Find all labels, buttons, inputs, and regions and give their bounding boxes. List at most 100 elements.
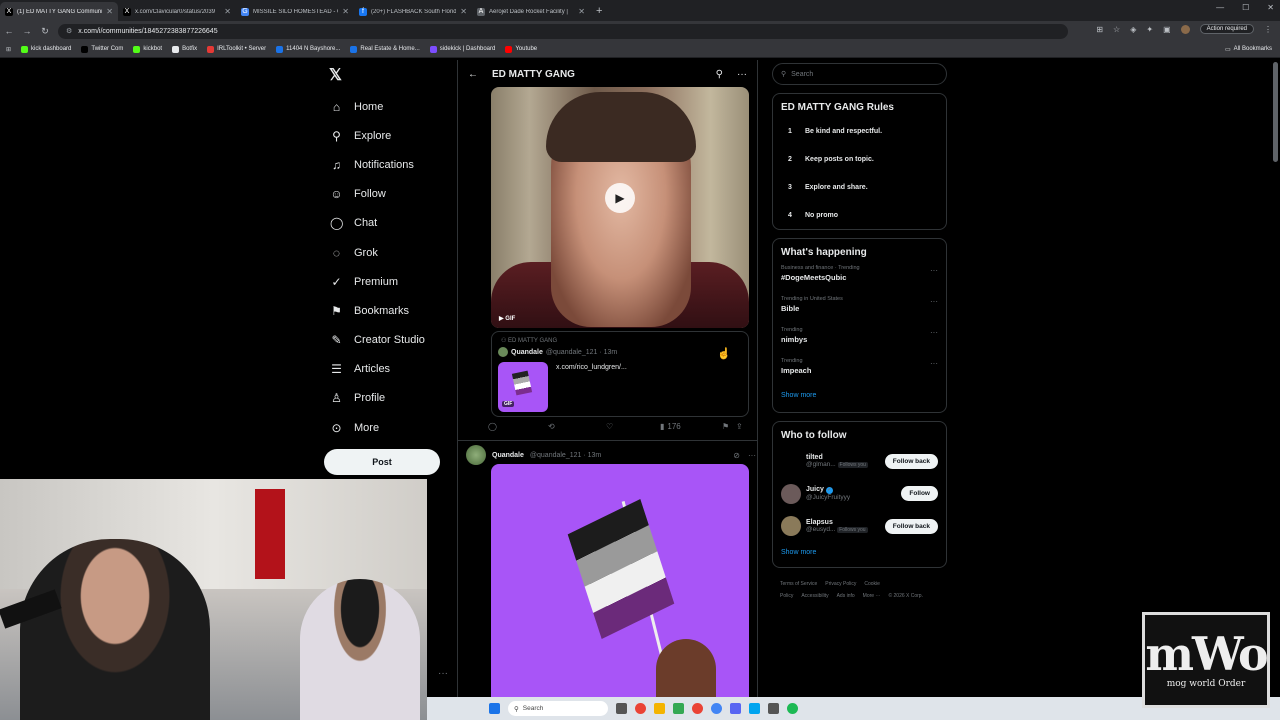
minimize-icon[interactable]: —	[1216, 3, 1224, 12]
quote-thumbnail[interactable]: GIF	[498, 362, 548, 412]
trend-item[interactable]: Business and finance · Trending #DogeMeet…	[773, 262, 946, 293]
footer-link[interactable]: More ···	[863, 593, 881, 599]
nav-item-chat[interactable]: ◯ Chat	[330, 209, 425, 238]
grok-icon[interactable]: ⊘	[733, 451, 740, 460]
taskview-icon[interactable]	[616, 703, 627, 714]
avatar[interactable]	[1180, 24, 1190, 34]
more-options-icon[interactable]: ···	[930, 359, 938, 368]
avatar[interactable]	[781, 451, 801, 472]
nav-item-premium[interactable]: ✓ Premium	[330, 267, 425, 296]
bookmark-item[interactable]: Youtube	[505, 45, 537, 53]
discord-icon[interactable]	[730, 703, 741, 714]
all-bookmarks[interactable]: ▭ All Bookmarks	[1225, 46, 1272, 53]
share-icon[interactable]: ⇪	[736, 422, 743, 431]
avatar[interactable]	[781, 516, 801, 537]
more-options-icon[interactable]: ···	[930, 266, 938, 275]
taskbar-search[interactable]: ⚲ Search	[508, 701, 608, 716]
search-input[interactable]: ⚲ Search	[772, 63, 947, 85]
play-icon[interactable]: ▶	[605, 183, 635, 213]
url-field[interactable]: ⚙ x.com/i/communities/184527238387722664…	[58, 23, 1068, 39]
trend-item[interactable]: Trending Impeach ···	[773, 355, 946, 386]
chrome-icon[interactable]	[711, 703, 722, 714]
sidepanel-icon[interactable]: ▣	[1163, 25, 1171, 34]
install-icon[interactable]: ⊞	[1096, 25, 1103, 34]
browser-tab[interactable]: G MISSILE SILO HOMESTEAD - G ✕	[236, 2, 354, 21]
close-tab-icon[interactable]: ✕	[224, 7, 231, 16]
bookmark-item[interactable]: kickbot	[133, 45, 162, 53]
back-icon[interactable]: ←	[0, 26, 18, 36]
bookmark-item[interactable]: Real Estate & Home...	[350, 45, 420, 53]
browser-tab[interactable]: X (1) ED MATTY GANG Communi ✕	[0, 2, 118, 21]
avatar[interactable]	[466, 445, 486, 465]
post-button[interactable]: Post	[324, 449, 440, 475]
follow-suggestion[interactable]: tilted @glman... Follows you Follow back	[773, 445, 946, 478]
close-tab-icon[interactable]: ✕	[106, 7, 113, 16]
footer-link[interactable]: © 2026 X Corp.	[888, 593, 923, 599]
follow-button[interactable]: Follow	[901, 486, 938, 502]
follow-suggestion[interactable]: Juicy ✓ @JuicyFruityyy Follow	[773, 478, 946, 511]
scrollbar[interactable]	[1273, 62, 1278, 162]
chrome-icon[interactable]	[635, 703, 646, 714]
window-controls[interactable]: — ☐ ✕	[1216, 3, 1274, 12]
star-icon[interactable]: ☆	[1113, 25, 1120, 34]
footer-link[interactable]: Accessibility	[801, 593, 828, 599]
app-icon[interactable]	[768, 703, 779, 714]
maximize-icon[interactable]: ☐	[1242, 3, 1249, 12]
nav-item-articles[interactable]: ☰ Articles	[330, 355, 425, 384]
video-gif-media[interactable]: ▶ ▶ GIF	[491, 87, 749, 328]
chrome-icon[interactable]	[692, 703, 703, 714]
trend-item[interactable]: Trending nimbys ···	[773, 324, 946, 355]
menu-icon[interactable]: ⋮	[1264, 25, 1272, 34]
more-options-icon[interactable]: ···	[930, 297, 938, 306]
avatar[interactable]	[781, 483, 801, 504]
reload-icon[interactable]: ↻	[36, 26, 54, 37]
new-tab-icon[interactable]: +	[590, 2, 608, 21]
flag-gif-media[interactable]	[491, 464, 749, 700]
bookmark-item[interactable]: Botfix	[172, 45, 197, 53]
bookmark-icon[interactable]: ⚑	[722, 422, 736, 431]
back-arrow-icon[interactable]: ←	[468, 69, 478, 80]
follow-button[interactable]: Follow back	[884, 518, 938, 534]
browser-tab[interactable]: f (20+) FLASHBACK South Florid ✕	[354, 2, 472, 21]
reply-icon[interactable]: ◯	[488, 422, 548, 431]
nav-item-profile[interactable]: ♙ Profile	[330, 384, 425, 413]
action-required-button[interactable]: Action required	[1199, 24, 1254, 34]
nav-item-grok[interactable]: ◌ Grok	[330, 238, 425, 267]
nav-item-explore[interactable]: ⚲ Explore	[330, 121, 425, 150]
nav-item-follow[interactable]: ☺ Follow	[330, 180, 425, 209]
like-icon[interactable]: ♡	[606, 422, 660, 431]
more-options-icon[interactable]: ···	[748, 451, 756, 460]
x-logo-icon[interactable]: 𝕏	[329, 65, 342, 85]
close-window-icon[interactable]: ✕	[1267, 3, 1274, 12]
start-icon[interactable]	[489, 703, 500, 714]
show-more-link[interactable]: Show more	[773, 386, 946, 407]
show-more-link[interactable]: Show more	[773, 543, 946, 564]
footer-link[interactable]: Privacy Policy	[825, 581, 856, 587]
site-info-icon[interactable]: ⚙	[66, 27, 72, 35]
close-tab-icon[interactable]: ✕	[460, 7, 467, 16]
more-options-icon[interactable]: ···	[930, 328, 938, 337]
footer-link[interactable]: Terms of Service	[780, 581, 817, 587]
nav-item-bookmarks[interactable]: ⚑ Bookmarks	[330, 296, 425, 325]
nav-item-home[interactable]: ⌂ Home	[330, 92, 425, 121]
browser-tab[interactable]: Xx.com/Clavicular0/status/2039 ✕	[118, 2, 236, 21]
follow-button[interactable]: Follow back	[884, 453, 938, 469]
nav-item-more[interactable]: ⊙ More	[330, 413, 425, 442]
bookmark-item[interactable]: IRLToolkit • Server	[207, 45, 266, 53]
app-icon[interactable]	[749, 703, 760, 714]
close-tab-icon[interactable]: ✕	[578, 7, 585, 16]
puzzle-icon[interactable]: ✦	[1146, 25, 1153, 34]
more-icon[interactable]: ···	[438, 668, 448, 679]
repost-icon[interactable]: ⟲	[548, 422, 606, 431]
search-icon[interactable]: ⚲	[716, 69, 723, 80]
browser-tab[interactable]: A Aerojet Dade Rocket Facility | ✕	[472, 2, 590, 21]
post-username[interactable]: Quandale	[492, 452, 524, 459]
trend-item[interactable]: Trending in United States Bible ···	[773, 293, 946, 324]
bookmark-item[interactable]: kick dashboard	[21, 45, 71, 53]
quote-link[interactable]: x.com/rico_lundgren/...	[556, 364, 627, 371]
folder-icon[interactable]	[654, 703, 665, 714]
bookmark-item[interactable]: Twitter Com	[81, 45, 123, 53]
footer-link[interactable]: Ads info	[837, 593, 855, 599]
nav-item-creator-studio[interactable]: ✎ Creator Studio	[330, 326, 424, 355]
apps-icon[interactable]: ⊞	[6, 46, 11, 53]
